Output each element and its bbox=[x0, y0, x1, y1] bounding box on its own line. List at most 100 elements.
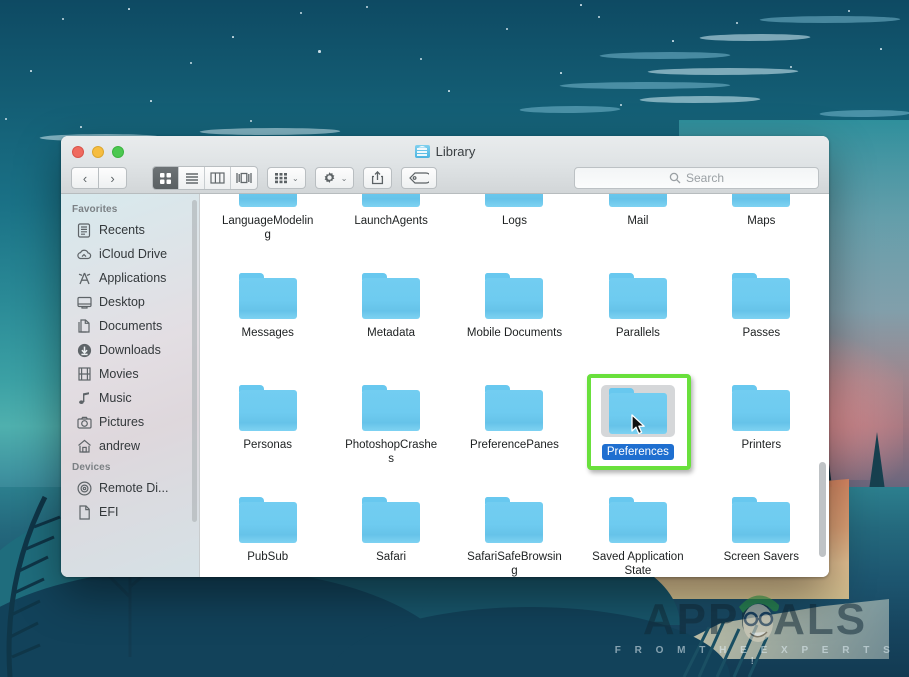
list-view-button[interactable] bbox=[179, 167, 205, 189]
icon-view-button[interactable] bbox=[153, 167, 179, 189]
file-item[interactable]: Safari bbox=[329, 485, 452, 577]
remote-disc-icon bbox=[76, 480, 92, 496]
share-button[interactable] bbox=[363, 167, 392, 189]
sidebar-item-recents[interactable]: Recents bbox=[61, 218, 199, 242]
sidebar-item-label: Music bbox=[99, 391, 132, 405]
volume-icon bbox=[76, 504, 92, 520]
sidebar-item-efi[interactable]: EFI bbox=[61, 500, 199, 524]
action-gear-button[interactable]: ⌄ bbox=[315, 167, 355, 189]
sidebar-item-music[interactable]: Music bbox=[61, 386, 199, 410]
file-item[interactable]: Screen Savers bbox=[700, 485, 823, 577]
nav-buttons: ‹ › bbox=[71, 167, 127, 189]
file-label: Maps bbox=[747, 214, 775, 228]
file-item[interactable]: Logs bbox=[453, 194, 576, 261]
sidebar-item-applications[interactable]: Applications bbox=[61, 266, 199, 290]
desktop: APPUALS F R O M T H E E X P E R T S ! Li… bbox=[0, 0, 909, 677]
file-item[interactable]: Passes bbox=[700, 261, 823, 373]
recents-icon bbox=[76, 222, 92, 238]
sidebar-item-label: Remote Di... bbox=[99, 481, 168, 495]
file-label: SafariSafeBrowsing bbox=[466, 550, 562, 577]
file-item[interactable]: Printers bbox=[700, 373, 823, 485]
sidebar-item-label: Movies bbox=[99, 367, 139, 381]
sidebar-item-label: EFI bbox=[99, 505, 118, 519]
folder-icon bbox=[732, 385, 790, 431]
sidebar-item-label: andrew bbox=[99, 439, 140, 453]
icloud-icon bbox=[76, 246, 92, 262]
sidebar-item-pictures[interactable]: Pictures bbox=[61, 410, 199, 434]
file-item[interactable]: Maps bbox=[700, 194, 823, 261]
sidebar-section-devices: Devices bbox=[61, 458, 199, 476]
sidebar-item-remote-disc[interactable]: Remote Di... bbox=[61, 476, 199, 500]
sidebar-item-icloud-drive[interactable]: iCloud Drive bbox=[61, 242, 199, 266]
chevron-down-icon: ⌄ bbox=[292, 174, 299, 183]
library-folder-icon bbox=[415, 145, 430, 158]
file-label: Metadata bbox=[367, 326, 415, 340]
folder-icon bbox=[485, 273, 543, 319]
file-item[interactable]: LanguageModeling bbox=[206, 194, 329, 261]
sidebar-item-documents[interactable]: Documents bbox=[61, 314, 199, 338]
music-icon bbox=[76, 390, 92, 406]
sidebar-section-favorites: Favorites bbox=[61, 200, 199, 218]
folder-icon bbox=[239, 497, 297, 543]
file-label: Saved Application State bbox=[590, 550, 686, 577]
desktop-icon bbox=[76, 294, 92, 310]
folder-icon bbox=[732, 194, 790, 207]
chevron-down-icon: ⌄ bbox=[341, 174, 348, 183]
sidebar-item-movies[interactable]: Movies bbox=[61, 362, 199, 386]
folder-icon bbox=[485, 194, 543, 207]
file-item[interactable]: Mobile Documents bbox=[453, 261, 576, 373]
file-label: Safari bbox=[376, 550, 406, 564]
file-label: Mail bbox=[627, 214, 648, 228]
file-label: LanguageModeling bbox=[220, 214, 316, 242]
sidebar-item-label: iCloud Drive bbox=[99, 247, 167, 261]
file-item[interactable]: PubSub bbox=[206, 485, 329, 577]
file-item-selected[interactable]: Preferences bbox=[576, 373, 699, 485]
sidebar-item-label: Documents bbox=[99, 319, 162, 333]
folder-icon bbox=[485, 497, 543, 543]
folder-icon bbox=[362, 273, 420, 319]
documents-icon bbox=[76, 318, 92, 334]
folder-icon bbox=[239, 385, 297, 431]
file-item[interactable]: Parallels bbox=[576, 261, 699, 373]
icon-grid: LanguageModeling LaunchAgents Logs Mail bbox=[200, 194, 829, 577]
arrange-button[interactable]: ⌄ bbox=[267, 167, 306, 189]
toolbar: ‹ › bbox=[61, 163, 829, 193]
file-item[interactable]: PreferencePanes bbox=[453, 373, 576, 485]
sidebar-item-desktop[interactable]: Desktop bbox=[61, 290, 199, 314]
file-item[interactable]: Messages bbox=[206, 261, 329, 373]
file-label: Messages bbox=[241, 326, 293, 340]
file-label: PubSub bbox=[247, 550, 288, 564]
sidebar[interactable]: Favorites Recents iCloud Drive bbox=[61, 194, 200, 577]
mouse-cursor-icon bbox=[631, 414, 647, 436]
folder-icon bbox=[732, 497, 790, 543]
search-input[interactable]: Search bbox=[574, 167, 819, 189]
back-button[interactable]: ‹ bbox=[71, 167, 99, 189]
file-item[interactable]: Saved Application State bbox=[576, 485, 699, 577]
sidebar-item-andrew[interactable]: andrew bbox=[61, 434, 199, 458]
file-label: Personas bbox=[243, 438, 292, 452]
file-item[interactable]: Metadata bbox=[329, 261, 452, 373]
window-chrome: Library ‹ › bbox=[61, 136, 829, 194]
window-title-bar: Library bbox=[61, 144, 829, 159]
file-item[interactable]: Mail bbox=[576, 194, 699, 261]
sidebar-item-downloads[interactable]: Downloads bbox=[61, 338, 199, 362]
file-label: Parallels bbox=[616, 326, 660, 340]
sidebar-scrollbar[interactable] bbox=[192, 200, 197, 522]
folder-icon bbox=[609, 194, 667, 207]
content-scrollbar[interactable] bbox=[819, 462, 826, 557]
folder-icon bbox=[239, 273, 297, 319]
sidebar-item-label: Pictures bbox=[99, 415, 144, 429]
forward-button[interactable]: › bbox=[99, 167, 127, 189]
file-grid[interactable]: LanguageModeling LaunchAgents Logs Mail bbox=[200, 194, 829, 577]
finder-window[interactable]: Library ‹ › bbox=[61, 136, 829, 577]
page-title: Library bbox=[436, 144, 476, 159]
column-view-button[interactable] bbox=[205, 167, 231, 189]
file-item[interactable]: Personas bbox=[206, 373, 329, 485]
gallery-view-button[interactable] bbox=[231, 167, 257, 189]
file-label: Preferences bbox=[602, 444, 674, 460]
file-item[interactable]: LaunchAgents bbox=[329, 194, 452, 261]
file-item[interactable]: PhotoshopCrashes bbox=[329, 373, 452, 485]
file-item[interactable]: SafariSafeBrowsing bbox=[453, 485, 576, 577]
tags-button[interactable] bbox=[401, 167, 437, 189]
grass-silhouette bbox=[679, 607, 769, 677]
